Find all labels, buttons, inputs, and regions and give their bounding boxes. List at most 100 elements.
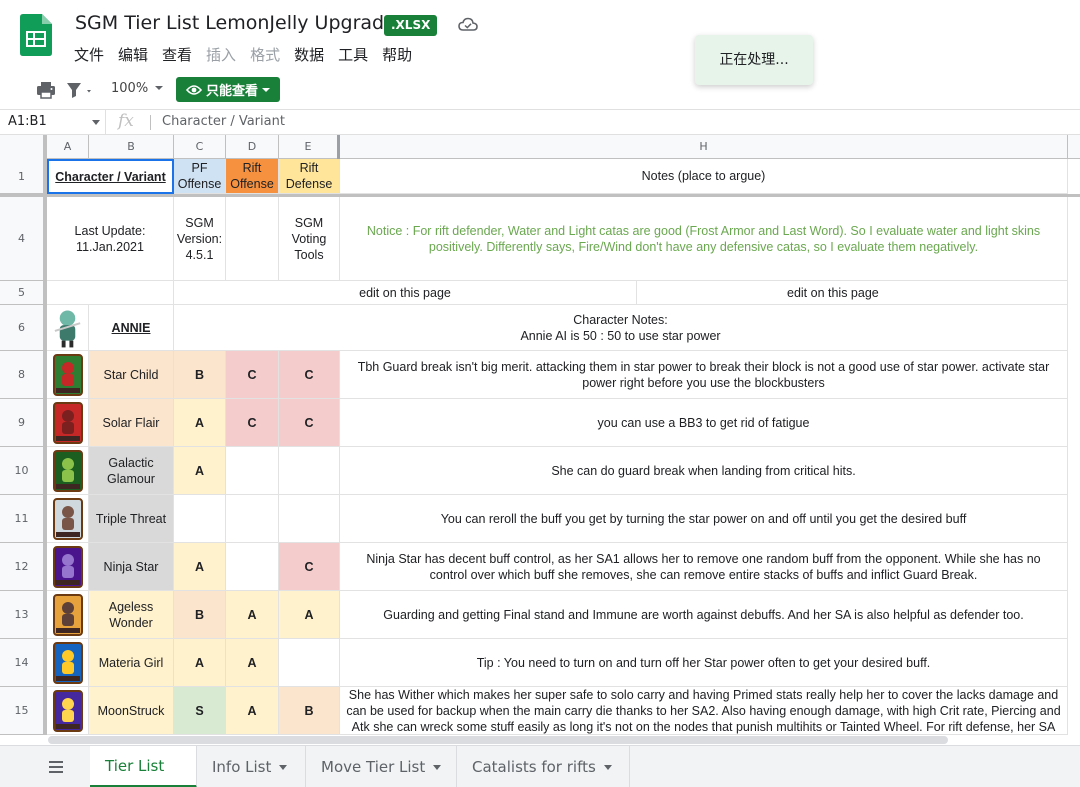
row-header[interactable]: 12: [0, 543, 47, 591]
row-header[interactable]: 10: [0, 447, 47, 495]
select-all-corner[interactable]: [0, 135, 47, 159]
menu-view[interactable]: 查看: [162, 44, 192, 65]
column-header-d[interactable]: D: [226, 135, 279, 159]
edit-link-right[interactable]: edit on this page: [637, 281, 1068, 305]
rift-defense-tier[interactable]: B: [279, 687, 340, 735]
rift-defense-tier[interactable]: [279, 495, 340, 543]
sheets-logo-icon[interactable]: [20, 14, 52, 56]
pf-offense-tier[interactable]: S: [174, 687, 226, 735]
character-variant-header[interactable]: Character / Variant: [47, 159, 174, 194]
row-header[interactable]: 9: [0, 399, 47, 447]
last-update-cell[interactable]: Last Update: 11.Jan.2021: [47, 197, 174, 281]
tab-move-tier-list[interactable]: Move Tier List: [307, 746, 457, 787]
notice-cell[interactable]: Notice : For rift defender, Water and Li…: [340, 197, 1068, 281]
variant-note[interactable]: Guarding and getting Final stand and Imm…: [340, 591, 1068, 639]
menu-tools[interactable]: 工具: [338, 44, 368, 65]
rift-offense-tier[interactable]: [226, 543, 279, 591]
rift-offense-tier[interactable]: C: [226, 351, 279, 399]
print-icon[interactable]: [36, 80, 56, 100]
variant-name[interactable]: Ninja Star: [89, 543, 174, 591]
menu-edit[interactable]: 编辑: [118, 44, 148, 65]
chevron-down-icon[interactable]: [279, 764, 288, 770]
variant-name[interactable]: Solar Flair: [89, 399, 174, 447]
column-header-a[interactable]: A: [47, 135, 89, 159]
menu-insert[interactable]: 插入: [206, 44, 236, 65]
notes-header[interactable]: Notes (place to argue): [340, 159, 1068, 194]
character-name[interactable]: ANNIE: [89, 305, 174, 351]
menu-help[interactable]: 帮助: [382, 44, 412, 65]
menu-icon[interactable]: [48, 760, 64, 774]
column-header-h[interactable]: H: [340, 135, 1068, 159]
rift-offense-tier[interactable]: A: [226, 687, 279, 735]
empty-cell[interactable]: [47, 281, 174, 305]
pf-offense-tier[interactable]: A: [174, 639, 226, 687]
rift-defense-tier[interactable]: A: [279, 591, 340, 639]
pf-offense-tier[interactable]: [174, 495, 226, 543]
rift-defense-tier[interactable]: [279, 447, 340, 495]
zoom-select[interactable]: 100%: [111, 81, 148, 96]
name-box[interactable]: A1:B1: [0, 110, 106, 134]
tab-catalists-for-rifts[interactable]: Catalists for rifts: [458, 746, 630, 787]
view-only-button[interactable]: 只能查看: [176, 77, 280, 102]
variant-name[interactable]: Materia Girl: [89, 639, 174, 687]
menu-file[interactable]: 文件: [74, 44, 104, 65]
variant-name[interactable]: Ageless Wonder: [89, 591, 174, 639]
chevron-down-icon[interactable]: [603, 764, 612, 770]
rift-defense-tier[interactable]: C: [279, 543, 340, 591]
pf-offense-tier[interactable]: A: [174, 399, 226, 447]
rift-offense-header[interactable]: Rift Offense: [226, 159, 279, 194]
variant-note[interactable]: Ninja Star has decent buff control, as h…: [340, 543, 1068, 591]
column-header-c[interactable]: C: [174, 135, 226, 159]
column-header-b[interactable]: B: [89, 135, 174, 159]
row-header[interactable]: 1: [0, 159, 47, 194]
edit-link-left[interactable]: edit on this page: [174, 281, 637, 305]
row-header[interactable]: 14: [0, 639, 47, 687]
character-notes-cell[interactable]: Character Notes: Annie AI is 50 : 50 to …: [174, 305, 1068, 351]
chevron-down-icon[interactable]: [154, 83, 164, 93]
row-header[interactable]: 4: [0, 197, 47, 281]
voting-tools-cell[interactable]: SGM Voting Tools: [279, 197, 340, 281]
pf-offense-tier[interactable]: B: [174, 351, 226, 399]
variant-name[interactable]: Triple Threat: [89, 495, 174, 543]
menu-data[interactable]: 数据: [294, 44, 324, 65]
row-header[interactable]: 15: [0, 687, 47, 735]
variant-name[interactable]: Star Child: [89, 351, 174, 399]
rift-defense-tier[interactable]: C: [279, 399, 340, 447]
variant-name[interactable]: Galactic Glamour: [89, 447, 174, 495]
row-header[interactable]: 11: [0, 495, 47, 543]
rift-offense-tier[interactable]: A: [226, 591, 279, 639]
rift-defense-tier[interactable]: C: [279, 351, 340, 399]
variant-note[interactable]: Tip : You need to turn on and turn off h…: [340, 639, 1068, 687]
formula-input[interactable]: Character / Variant: [162, 114, 285, 129]
version-cell[interactable]: SGM Version: 4.5.1: [174, 197, 226, 281]
filter-icon[interactable]: [66, 80, 96, 100]
horizontal-scrollbar[interactable]: [48, 736, 948, 744]
tab-tier-list[interactable]: Tier List: [90, 746, 197, 787]
variant-note[interactable]: She has Wither which makes her super saf…: [340, 687, 1068, 735]
row-header[interactable]: 8: [0, 351, 47, 399]
variant-note[interactable]: you can use a BB3 to get rid of fatigue: [340, 399, 1068, 447]
tab-info-list[interactable]: Info List: [198, 746, 306, 787]
rift-offense-tier[interactable]: [226, 447, 279, 495]
document-title[interactable]: SGM Tier List LemonJelly Upgraded: [75, 12, 408, 34]
chevron-down-icon[interactable]: [433, 764, 442, 770]
row-header[interactable]: 13: [0, 591, 47, 639]
variant-name[interactable]: MoonStruck: [89, 687, 174, 735]
variant-note[interactable]: She can do guard break when landing from…: [340, 447, 1068, 495]
menu-format[interactable]: 格式: [250, 44, 280, 65]
pf-offense-tier[interactable]: B: [174, 591, 226, 639]
rift-offense-tier[interactable]: C: [226, 399, 279, 447]
pf-offense-tier[interactable]: A: [174, 447, 226, 495]
rift-offense-tier[interactable]: [226, 495, 279, 543]
rift-offense-tier[interactable]: A: [226, 639, 279, 687]
empty-cell[interactable]: [226, 197, 279, 281]
variant-note[interactable]: Tbh Guard break isn't big merit. attacki…: [340, 351, 1068, 399]
column-header-e[interactable]: E: [279, 135, 340, 159]
variant-note[interactable]: You can reroll the buff you get by turni…: [340, 495, 1068, 543]
rift-defense-header[interactable]: Rift Defense: [279, 159, 340, 194]
row-header[interactable]: 6: [0, 305, 47, 351]
row-header[interactable]: 5: [0, 281, 47, 305]
pf-offense-header[interactable]: PF Offense: [174, 159, 226, 194]
chevron-down-icon[interactable]: [92, 120, 100, 125]
pf-offense-tier[interactable]: A: [174, 543, 226, 591]
